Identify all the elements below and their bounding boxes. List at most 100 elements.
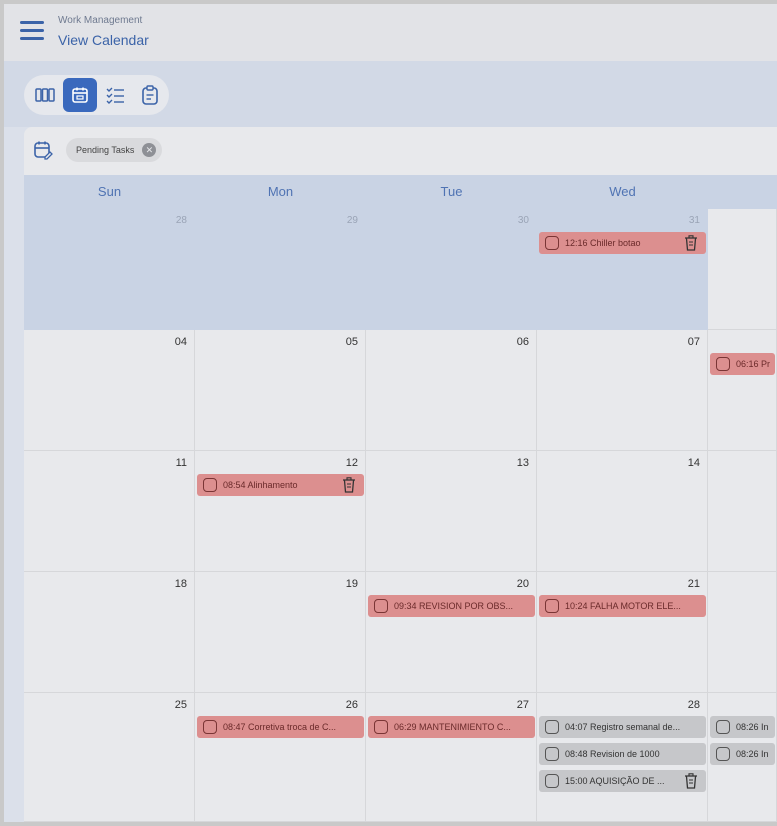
task-item[interactable]: 08:47 Corretiva troca de C...	[197, 716, 364, 738]
clipboard-view-button[interactable]	[134, 78, 167, 112]
day-number: 25	[174, 699, 187, 711]
day-number: 28	[175, 215, 187, 226]
task-checkbox[interactable]	[545, 599, 559, 613]
task-item[interactable]: 04:07 Registro semanal de...	[539, 716, 706, 738]
task-checkbox[interactable]	[545, 774, 559, 788]
page-title: View Calendar	[58, 32, 149, 48]
app-name: Work Management	[58, 15, 143, 26]
task-checkbox[interactable]	[716, 357, 730, 371]
task-item[interactable]: 06:16 Pr	[710, 353, 775, 375]
calendar-icon	[72, 87, 88, 103]
day-cell[interactable]: 18	[24, 572, 195, 693]
task-item[interactable]: 06:29 MANTENIMIENTO C...	[368, 716, 535, 738]
task-checkbox[interactable]	[203, 720, 217, 734]
day-number: 28	[687, 699, 700, 711]
day-cell[interactable]: 12 08:54 Alinhamento	[195, 451, 366, 572]
day-cell[interactable]: 20 09:34 REVISION POR OBS...	[366, 572, 537, 693]
day-cell[interactable]: 14	[537, 451, 708, 572]
day-cell[interactable]: 28	[24, 209, 195, 330]
day-cell[interactable]: 21 10:24 FALHA MOTOR ELE...	[537, 572, 708, 693]
task-item[interactable]: 09:34 REVISION POR OBS...	[368, 595, 535, 617]
day-number: 04	[174, 336, 187, 348]
calendar-panel: Pending Tasks ✕ Sun Mon Tue Wed 28 29 30 31 12:…	[24, 127, 777, 822]
task-item[interactable]: 15:00 AQUISIÇÃO DE ...	[539, 770, 706, 792]
filter-row: Pending Tasks ✕	[24, 127, 777, 173]
task-label: 08:47 Corretiva troca de C...	[223, 722, 337, 732]
day-number: 07	[687, 336, 700, 348]
day-cell[interactable]: 26 08:47 Corretiva troca de C...	[195, 693, 366, 822]
day-cell[interactable]: 27 06:29 MANTENIMIENTO C...	[366, 693, 537, 822]
task-item[interactable]: 10:24 FALHA MOTOR ELE...	[539, 595, 706, 617]
task-checkbox[interactable]	[545, 720, 559, 734]
day-cell[interactable]: 31 12:16 Chiller botao	[537, 209, 708, 330]
day-number: 29	[346, 215, 358, 226]
weekday-label: Wed	[609, 184, 636, 199]
task-checkbox[interactable]	[545, 236, 559, 250]
columns-view-button[interactable]	[28, 78, 61, 112]
trash-icon[interactable]	[340, 476, 358, 494]
trash-icon[interactable]	[682, 234, 700, 252]
task-label: 09:34 REVISION POR OBS...	[394, 601, 514, 611]
calendar-view-button[interactable]	[63, 78, 97, 112]
day-number: 21	[687, 578, 700, 590]
day-number: 27	[516, 699, 529, 711]
task-item[interactable]: 08:26 In	[710, 743, 775, 765]
day-number: 13	[516, 457, 529, 469]
day-cell[interactable]: 19	[195, 572, 366, 693]
menu-icon[interactable]	[20, 21, 44, 41]
task-label: 15:00 AQUISIÇÃO DE ...	[565, 776, 665, 786]
task-checkbox[interactable]	[203, 478, 217, 492]
day-cell[interactable]: 08:26 In 08:26 In	[708, 693, 777, 822]
checklist-icon	[106, 87, 125, 104]
task-label: 08:48 Revision de 1000	[565, 749, 660, 759]
task-item[interactable]: 08:26 In	[710, 716, 775, 738]
day-number: 14	[687, 457, 700, 469]
day-number: 31	[688, 215, 700, 226]
calendar-edit-icon[interactable]	[33, 140, 53, 160]
view-switcher	[24, 75, 169, 115]
task-item[interactable]: 08:48 Revision de 1000	[539, 743, 706, 765]
app-header: Work Management View Calendar	[4, 4, 777, 61]
task-checkbox[interactable]	[374, 599, 388, 613]
day-cell[interactable]	[708, 209, 777, 330]
weekday-label: Mon	[267, 184, 294, 199]
task-label: 12:16 Chiller botao	[565, 238, 641, 248]
list-view-button[interactable]	[99, 78, 132, 112]
app-frame: Work Management View Calendar Pending Ta…	[4, 4, 777, 822]
day-cell[interactable]: 30	[366, 209, 537, 330]
day-cell[interactable]: 06	[366, 330, 537, 451]
filter-chip[interactable]: Pending Tasks ✕	[66, 138, 163, 162]
day-cell[interactable]	[708, 572, 777, 693]
day-cell[interactable]: 04	[24, 330, 195, 451]
day-number: 18	[174, 578, 187, 590]
task-item[interactable]: 08:54 Alinhamento	[197, 474, 364, 496]
day-number: 26	[345, 699, 358, 711]
close-icon[interactable]: ✕	[142, 143, 157, 157]
day-cell[interactable]: 28 04:07 Registro semanal de... 08:48 Revi…	[537, 693, 708, 822]
task-checkbox[interactable]	[545, 747, 559, 761]
clipboard-icon	[142, 85, 159, 105]
task-checkbox[interactable]	[716, 747, 730, 761]
task-label: 06:16 Pr	[736, 359, 771, 369]
day-cell[interactable]: 11	[24, 451, 195, 572]
task-label: 10:24 FALHA MOTOR ELE...	[565, 601, 681, 611]
day-cell[interactable]: 07	[537, 330, 708, 451]
task-label: 08:54 Alinhamento	[223, 480, 298, 490]
day-cell[interactable]: 13	[366, 451, 537, 572]
day-cell[interactable]: 25	[24, 693, 195, 822]
day-cell[interactable]	[708, 451, 777, 572]
day-number: 30	[517, 215, 529, 226]
task-checkbox[interactable]	[374, 720, 388, 734]
day-cell[interactable]: 06:16 Pr	[708, 330, 777, 451]
toolbar	[4, 61, 777, 127]
day-number: 06	[516, 336, 529, 348]
day-number: 12	[345, 457, 358, 469]
trash-icon[interactable]	[682, 772, 700, 790]
day-number: 05	[345, 336, 358, 348]
weekday-label: Sun	[97, 184, 122, 199]
day-cell[interactable]: 05	[195, 330, 366, 451]
day-cell[interactable]: 29	[195, 209, 366, 330]
task-label: 06:29 MANTENIMIENTO C...	[394, 722, 511, 732]
task-checkbox[interactable]	[716, 720, 730, 734]
task-item[interactable]: 12:16 Chiller botao	[539, 232, 706, 254]
